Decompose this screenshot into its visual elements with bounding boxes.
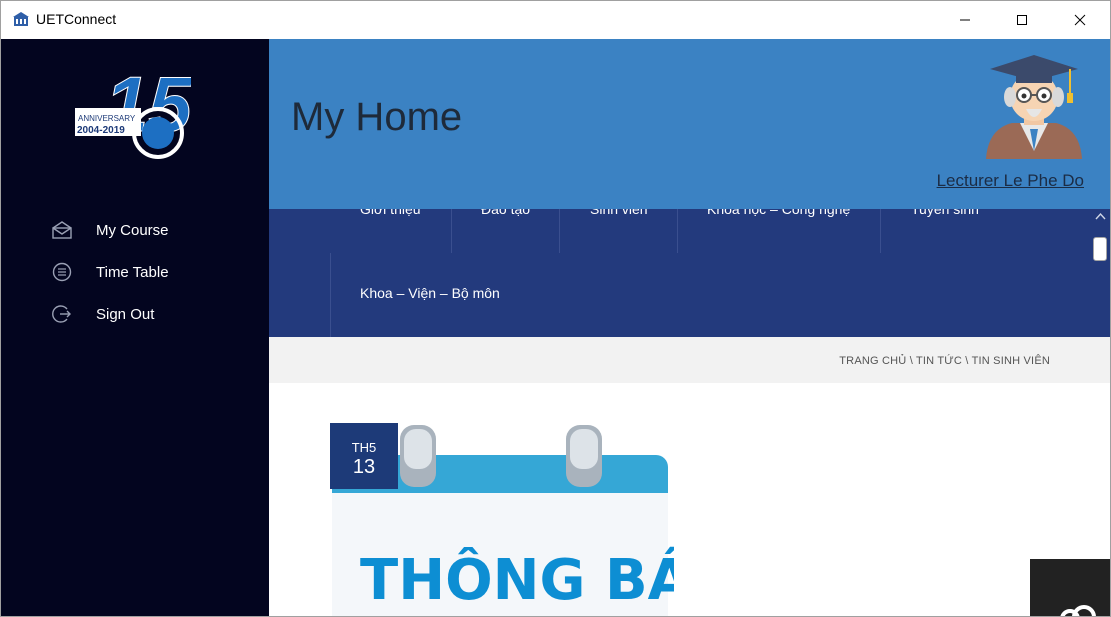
window-title: UETConnect — [36, 11, 117, 27]
post-date-badge: TH5 13 — [330, 423, 398, 489]
svg-text:2004-2019: 2004-2019 — [77, 125, 125, 136]
post-date-day: 13 — [352, 456, 376, 478]
list-circle-icon — [51, 261, 73, 283]
site-menu-bar: Giới thiệu Đào tạo Sinh viên Khoa học – … — [269, 209, 1110, 337]
sidebar-item-time-table[interactable]: Time Table — [51, 257, 251, 287]
minimize-button[interactable] — [936, 1, 994, 39]
professor-avatar[interactable] — [982, 51, 1086, 161]
breadcrumb[interactable]: TRANG CHỦ \ TIN TỨC \ TIN SINH VIÊN — [839, 355, 1050, 367]
scrollbar[interactable] — [1089, 209, 1110, 337]
menu-divider — [880, 209, 881, 253]
web-content: Giới thiệu Đào tạo Sinh viên Khoa học – … — [269, 209, 1110, 616]
sidebar-item-sign-out[interactable]: Sign Out — [51, 299, 251, 329]
menu-item-khoa-hoc-cong-nghe[interactable]: Khoa học – Công nghệ — [707, 209, 850, 217]
user-profile-link[interactable]: Lecturer Le Phe Do — [937, 171, 1084, 191]
mail-open-icon — [51, 219, 73, 241]
menu-divider — [330, 253, 331, 337]
menu-item-tuyen-sinh[interactable]: Tuyển sinh — [911, 209, 979, 217]
chevron-up-icon — [1095, 212, 1106, 220]
building-icon — [13, 12, 29, 26]
title-bar: UETConnect — [1, 1, 1110, 39]
sidebar-item-label: Time Table — [96, 263, 169, 281]
sidebar: 15 ANNIVERSARY 2004-2019 My Course Time … — [1, 39, 269, 616]
svg-text:ANNIVERSARY: ANNIVERSARY — [78, 114, 136, 123]
breadcrumb-bar: TRANG CHỦ \ TIN TỨC \ TIN SINH VIÊN — [269, 337, 1110, 383]
page-title: My Home — [291, 95, 463, 139]
menu-item-khoa-vien-bo-mon[interactable]: Khoa – Viện – Bộ môn — [360, 285, 500, 301]
maximize-icon — [1017, 15, 1027, 25]
cloud-widget[interactable] — [1030, 559, 1110, 616]
menu-item-gioi-thieu[interactable]: Giới thiệu — [360, 209, 421, 217]
menu-divider — [451, 209, 452, 253]
sign-out-icon — [51, 303, 73, 325]
post-date-month: TH5 — [351, 440, 377, 455]
app-window: UETConnect 15 ANNIVERSARY 2004-2019 My C… — [0, 0, 1111, 617]
menu-item-dao-tao[interactable]: Đào tạo — [481, 209, 530, 217]
menu-item-sinh-vien[interactable]: Sinh viên — [590, 209, 648, 217]
sidebar-item-label: Sign Out — [96, 305, 155, 323]
sidebar-item-label: My Course — [96, 221, 169, 239]
close-icon — [1074, 14, 1086, 26]
header: My Home Lecturer Le Phe Do — [269, 39, 1110, 209]
scrollbar-thumb[interactable] — [1093, 237, 1107, 261]
maximize-button[interactable] — [993, 1, 1051, 39]
announcement-image-text: THÔNG BÁO — [360, 548, 674, 613]
menu-divider — [677, 209, 678, 253]
minimize-icon — [960, 19, 970, 21]
cloud-icon — [1060, 605, 1096, 616]
menu-divider — [559, 209, 560, 253]
sidebar-item-my-course[interactable]: My Course — [51, 215, 251, 245]
close-button[interactable] — [1051, 1, 1109, 39]
anniversary-logo: 15 ANNIVERSARY 2004-2019 — [73, 53, 194, 161]
